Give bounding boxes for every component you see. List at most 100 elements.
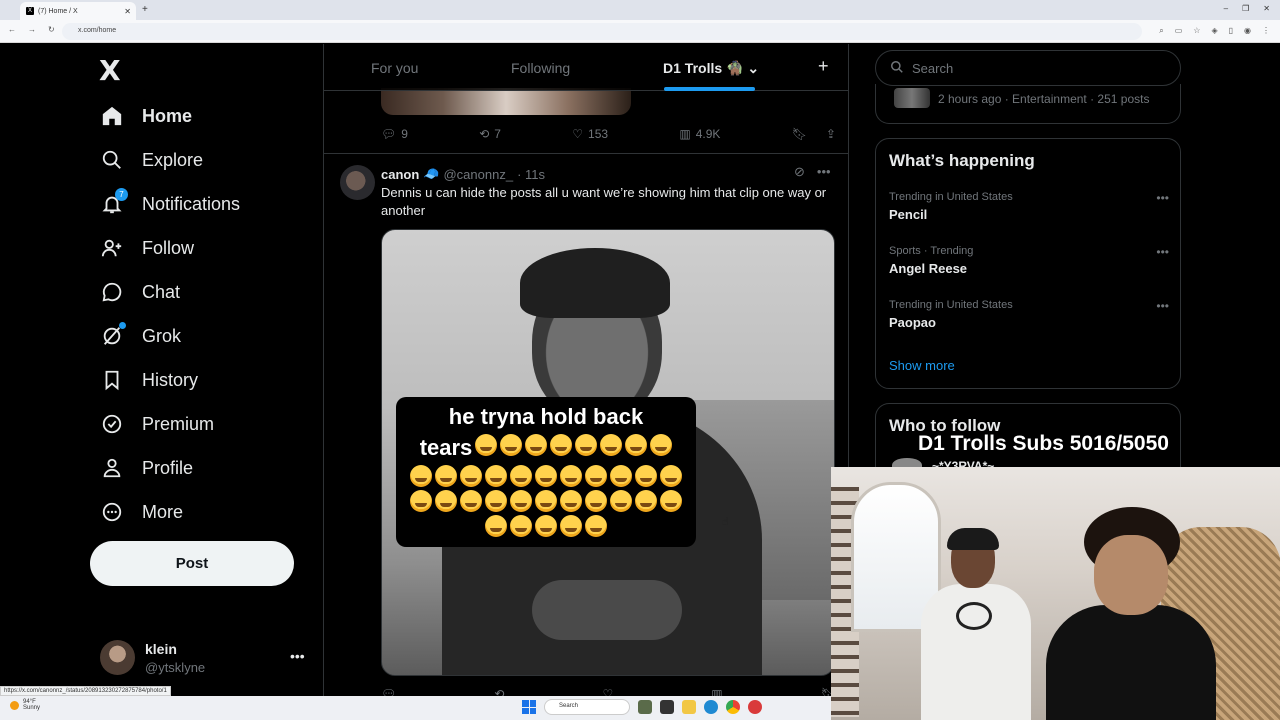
- tweet-author-name[interactable]: canon: [381, 167, 419, 182]
- x-logo-icon[interactable]: X: [99, 54, 121, 87]
- nav-item-follow[interactable]: Follow: [100, 236, 194, 260]
- reply-icon[interactable]: 💬︎: [381, 687, 396, 696]
- new-tab-icon[interactable]: +: [142, 4, 148, 15]
- crying-emoji-icon: [435, 465, 457, 487]
- sidepanel-icon[interactable]: ▯: [1229, 26, 1233, 36]
- grok-dot: [119, 322, 126, 329]
- app-icon[interactable]: [748, 700, 762, 714]
- account-more-icon[interactable]: •••: [290, 648, 305, 664]
- trend-more-icon[interactable]: •••: [1156, 191, 1169, 205]
- widgets-icon[interactable]: [638, 700, 652, 714]
- tweet-time[interactable]: · 11s: [517, 167, 545, 182]
- nav-item-home[interactable]: Home: [100, 104, 192, 128]
- home-icon: [100, 104, 124, 128]
- views-icon[interactable]: ▥: [711, 687, 722, 696]
- minimize-icon[interactable]: –: [1224, 4, 1228, 13]
- repost-button[interactable]: ⟲ 7: [479, 127, 501, 141]
- tab-d1-trolls[interactable]: D1 Trolls 🧌 ⌄: [663, 60, 759, 77]
- url-field[interactable]: x.com/home: [62, 23, 1142, 40]
- trend-item[interactable]: Trending in United States Paopao •••: [889, 299, 1169, 330]
- nav-item-chat[interactable]: Chat: [100, 280, 180, 304]
- like-button[interactable]: ♡ 153: [572, 127, 608, 141]
- chrome-icon[interactable]: [726, 700, 740, 714]
- reload-icon[interactable]: ↻: [48, 25, 55, 34]
- account-switcher[interactable]: klein @ytsklyne: [100, 640, 205, 675]
- tweet-media-image[interactable]: he tryna hold back tears ☝︎: [381, 229, 835, 676]
- nav-label: History: [142, 369, 199, 390]
- star-icon[interactable]: ☆: [1193, 26, 1200, 36]
- windows-taskbar: 94°F Sunny Search: [0, 696, 831, 720]
- weather-widget[interactable]: 94°F Sunny: [10, 699, 40, 711]
- crying-emoji-icon: [560, 515, 582, 537]
- tweet-author-handle[interactable]: @canonnz_: [443, 167, 513, 182]
- menu-icon[interactable]: ⋮: [1262, 26, 1270, 36]
- nav-label: Premium: [142, 413, 215, 434]
- crying-emoji-icon: [535, 515, 557, 537]
- nav-label: Follow: [142, 237, 195, 258]
- views-icon: ▥: [679, 127, 691, 141]
- search-input[interactable]: Search: [875, 50, 1181, 86]
- restore-icon[interactable]: ❐: [1242, 4, 1249, 13]
- notification-badge: 7: [115, 188, 128, 201]
- tab-following[interactable]: Following: [511, 60, 570, 76]
- grok-explain-icon[interactable]: ⊘: [794, 164, 805, 180]
- views-button[interactable]: ▥ 4.9K: [679, 127, 720, 141]
- trend-item[interactable]: Sports · Trending Angel Reese •••: [889, 245, 1169, 276]
- browser-tab[interactable]: X (7) Home / X ✕: [20, 2, 136, 20]
- trend-item[interactable]: Trending in United States Pencil •••: [889, 191, 1169, 222]
- emoji-row: [406, 490, 686, 512]
- back-icon[interactable]: ←: [8, 25, 16, 34]
- forward-icon[interactable]: →: [28, 25, 36, 34]
- tweet-more-icon[interactable]: •••: [817, 164, 831, 180]
- crying-emoji-icon: [525, 434, 548, 456]
- nav-item-profile[interactable]: Profile: [100, 456, 193, 480]
- person-hands: [532, 580, 682, 640]
- windows-start-icon[interactable]: [522, 700, 536, 714]
- close-tab-icon[interactable]: ✕: [124, 7, 131, 16]
- tweet-actions: 💬︎ ⟲ ♡ ▥ 🔖︎: [381, 687, 836, 696]
- zoom-icon[interactable]: ⌕: [1159, 26, 1163, 36]
- profile-icon[interactable]: ◉: [1244, 26, 1251, 36]
- trend-context: Sports · Trending: [889, 245, 974, 257]
- reply-button[interactable]: 💬︎ 9: [381, 127, 408, 141]
- bookmark-icon[interactable]: 🔖︎: [792, 127, 807, 141]
- trend-more-icon[interactable]: •••: [1156, 245, 1169, 259]
- nav-label: Chat: [142, 281, 181, 302]
- heart-icon[interactable]: ♡: [602, 687, 613, 696]
- install-icon[interactable]: ▭: [1175, 26, 1183, 36]
- add-tab-icon[interactable]: +: [818, 56, 829, 77]
- main-timeline: For you Following D1 Trolls 🧌 ⌄ + 💬︎ 9 ⟲ 7…: [323, 44, 849, 696]
- share-icon[interactable]: ⇪: [826, 127, 836, 141]
- trend-more-icon[interactable]: •••: [1156, 299, 1169, 313]
- nav-item-premium[interactable]: Premium: [100, 412, 214, 436]
- nav-item-notifications[interactable]: 7 Notifications: [100, 188, 240, 216]
- repost-icon: ⟲: [479, 127, 490, 141]
- task-view-icon[interactable]: [660, 700, 674, 714]
- crying-emoji-icon: [485, 465, 507, 487]
- tab-for-you[interactable]: For you: [371, 60, 418, 76]
- show-more-link[interactable]: Show more: [889, 358, 955, 373]
- extension-icon[interactable]: ◈: [1211, 26, 1217, 36]
- person-hat: [947, 528, 999, 550]
- repost-icon[interactable]: ⟲: [494, 687, 504, 696]
- card-meta: 2 hours ago · Entertainment · 251 posts: [938, 92, 1150, 106]
- taskbar-search-input[interactable]: Search: [544, 699, 630, 715]
- previous-post-media[interactable]: [381, 88, 631, 115]
- crying-emoji-icon: [560, 490, 582, 512]
- crying-emoji-icon: [610, 465, 632, 487]
- weather-desc: Sunny: [23, 705, 41, 711]
- nav-label: Profile: [142, 457, 194, 478]
- edge-icon[interactable]: [704, 700, 718, 714]
- nav-item-history[interactable]: History: [100, 368, 198, 392]
- avatar[interactable]: [340, 165, 375, 200]
- nav-item-grok[interactable]: Grok: [100, 322, 181, 348]
- nav-item-more[interactable]: More: [100, 500, 183, 524]
- post-button[interactable]: Post: [90, 541, 294, 586]
- close-window-icon[interactable]: ✕: [1263, 4, 1270, 13]
- nav-item-explore[interactable]: Explore: [100, 148, 203, 172]
- file-explorer-icon[interactable]: [682, 700, 696, 714]
- previous-card[interactable]: 2 hours ago · Entertainment · 251 posts: [875, 84, 1181, 124]
- crying-emoji-icon: [635, 490, 657, 512]
- crying-emoji-icon: [650, 434, 673, 456]
- search-placeholder: Search: [912, 60, 954, 76]
